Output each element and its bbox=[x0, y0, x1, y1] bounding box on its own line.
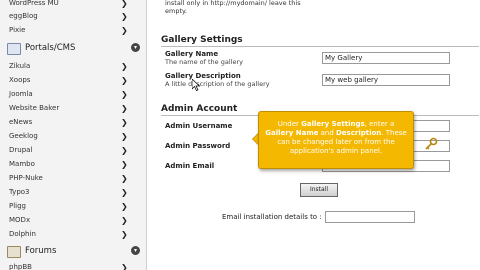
help-line: empty. bbox=[165, 6, 187, 15]
collapse-icon[interactable]: ▾ bbox=[131, 43, 140, 52]
gallery-description-input[interactable]: My web gallery bbox=[322, 74, 450, 86]
email-details-input[interactable] bbox=[325, 211, 415, 223]
sidebar-item-label: Drupal bbox=[9, 146, 33, 154]
tooltip-text-bold: Description bbox=[336, 129, 382, 137]
sidebar-item-label: Website Baker bbox=[9, 104, 60, 112]
sidebar-item-xoops[interactable]: Xoops ❯ bbox=[0, 74, 146, 87]
chevron-right-icon: ❯ bbox=[121, 12, 128, 21]
sidebar-category-portals-cms[interactable]: Portals/CMS ▾ bbox=[0, 40, 146, 56]
tooltip-text: and bbox=[318, 129, 336, 137]
chevron-right-icon: ❯ bbox=[121, 146, 128, 155]
chevron-right-icon: ❯ bbox=[121, 76, 128, 85]
forum-icon bbox=[7, 246, 21, 258]
help-line: install only in http://mydomain/ leave t… bbox=[165, 0, 301, 7]
tooltip-text: Under bbox=[277, 120, 302, 128]
chevron-right-icon: ❯ bbox=[121, 160, 128, 169]
admin-email-label: Admin Email bbox=[165, 162, 215, 170]
chevron-right-icon: ❯ bbox=[121, 90, 128, 99]
sidebar-item-mambo[interactable]: Mambo ❯ bbox=[0, 158, 146, 171]
sidebar-item-label: eggBlog bbox=[9, 12, 38, 20]
chevron-right-icon: ❯ bbox=[121, 202, 128, 211]
sidebar-item-typo3[interactable]: Typo3 ❯ bbox=[0, 186, 146, 199]
chevron-right-icon: ❯ bbox=[121, 62, 128, 71]
sidebar-item-pixie[interactable]: Pixie ❯ bbox=[0, 24, 146, 37]
chevron-right-icon: ❯ bbox=[121, 216, 128, 225]
sidebar-item-label: Geeklog bbox=[9, 132, 38, 140]
sidebar-item-label: Pixie bbox=[9, 26, 26, 34]
sidebar-item-label: Typo3 bbox=[9, 188, 30, 196]
install-path-help: install only in http://mydomain/ leave t… bbox=[165, 0, 355, 15]
email-details-label: Email installation details to : bbox=[222, 213, 322, 221]
sidebar-item-label: Joomla bbox=[9, 90, 33, 98]
sidebar-item-label: PHP-Nuke bbox=[9, 174, 43, 182]
portal-icon bbox=[7, 43, 21, 55]
section-title-gallery-settings: Gallery Settings bbox=[161, 35, 243, 45]
chevron-right-icon: ❯ bbox=[121, 174, 128, 183]
key-icon bbox=[425, 137, 438, 150]
sidebar-item-geeklog[interactable]: Geeklog ❯ bbox=[0, 130, 146, 143]
sidebar-item-modx[interactable]: MODx ❯ bbox=[0, 214, 146, 227]
tooltip-text-bold: Gallery Name bbox=[265, 129, 319, 137]
sidebar-item-label: Zikula bbox=[9, 62, 31, 70]
gallery-description-label: Gallery Description bbox=[165, 72, 241, 80]
sidebar-item-pligg[interactable]: Pligg ❯ bbox=[0, 200, 146, 213]
chevron-right-icon: ❯ bbox=[121, 132, 128, 141]
sidebar: WordPress MU ❯ eggBlog ❯ Pixie ❯ Portals… bbox=[0, 0, 147, 270]
sidebar-category-forums[interactable]: Forums ▾ bbox=[0, 243, 146, 259]
section-title-admin-account: Admin Account bbox=[161, 104, 238, 114]
sidebar-item-label: Xoops bbox=[9, 76, 31, 84]
chevron-right-icon: ❯ bbox=[121, 0, 128, 8]
sidebar-item-wordpress-mu[interactable]: WordPress MU ❯ bbox=[0, 0, 146, 10]
help-tooltip: Under Gallery Settings, enter a Gallery … bbox=[258, 111, 414, 169]
install-button[interactable]: Install bbox=[300, 183, 338, 197]
gallery-name-sub: The name of the gallery bbox=[165, 58, 243, 66]
chevron-right-icon: ❯ bbox=[121, 104, 128, 113]
gallery-description-sub: A little description of the gallery bbox=[165, 80, 270, 88]
sidebar-item-php-nuke[interactable]: PHP-Nuke ❯ bbox=[0, 172, 146, 185]
sidebar-item-label: WordPress MU bbox=[9, 0, 59, 7]
sidebar-item-joomla[interactable]: Joomla ❯ bbox=[0, 88, 146, 101]
sidebar-item-zikula[interactable]: Zikula ❯ bbox=[0, 60, 146, 73]
admin-password-label: Admin Password bbox=[165, 142, 231, 150]
sidebar-item-label: phpBB bbox=[9, 263, 32, 270]
sidebar-item-enews[interactable]: eNews ❯ bbox=[0, 116, 146, 129]
gallery-name-label: Gallery Name bbox=[165, 50, 219, 58]
category-label: Forums bbox=[25, 246, 57, 256]
chevron-right-icon: ❯ bbox=[121, 230, 128, 239]
sidebar-item-phpbb[interactable]: phpBB ❯ bbox=[0, 261, 146, 270]
chevron-right-icon: ❯ bbox=[121, 118, 128, 127]
sidebar-item-eggblog[interactable]: eggBlog ❯ bbox=[0, 10, 146, 23]
gallery-name-input[interactable]: My Gallery bbox=[322, 52, 450, 64]
chevron-right-icon: ❯ bbox=[121, 188, 128, 197]
category-label: Portals/CMS bbox=[25, 43, 76, 53]
chevron-right-icon: ❯ bbox=[121, 263, 128, 270]
sidebar-item-label: Dolphin bbox=[9, 230, 36, 238]
sidebar-item-website-baker[interactable]: Website Baker ❯ bbox=[0, 102, 146, 115]
sidebar-item-label: Mambo bbox=[9, 160, 35, 168]
tooltip-text: , enter a bbox=[364, 120, 395, 128]
sidebar-item-drupal[interactable]: Drupal ❯ bbox=[0, 144, 146, 157]
sidebar-item-label: Pligg bbox=[9, 202, 26, 210]
sidebar-item-label: MODx bbox=[9, 216, 31, 224]
tooltip-text-bold: Gallery Settings bbox=[301, 120, 365, 128]
divider bbox=[161, 46, 479, 47]
sidebar-item-dolphin[interactable]: Dolphin ❯ bbox=[0, 228, 146, 241]
mouse-cursor-icon bbox=[192, 79, 200, 91]
collapse-icon[interactable]: ▾ bbox=[131, 246, 140, 255]
sidebar-item-label: eNews bbox=[9, 118, 33, 126]
admin-username-label: Admin Username bbox=[165, 122, 233, 130]
chevron-right-icon: ❯ bbox=[121, 26, 128, 35]
